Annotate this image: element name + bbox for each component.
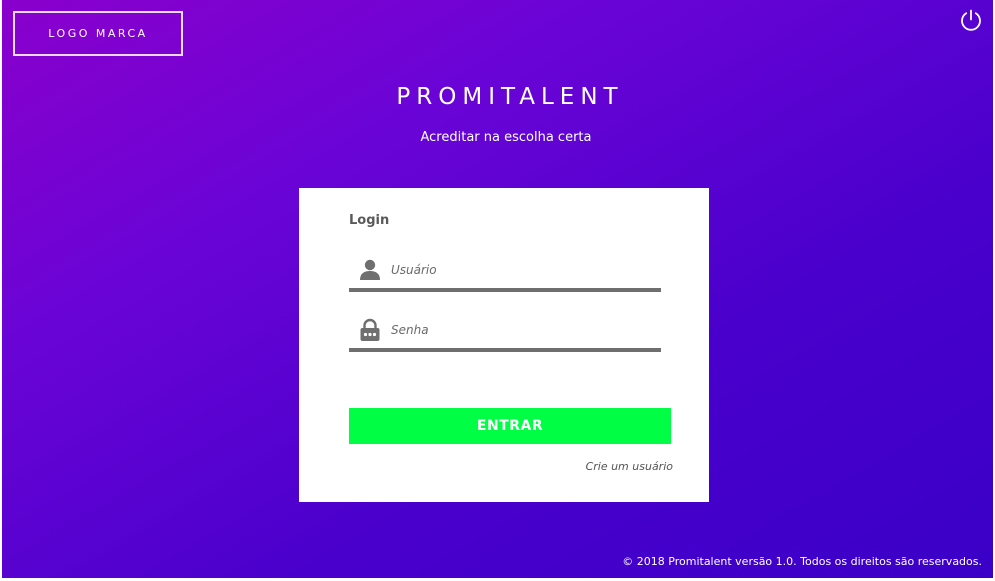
power-button[interactable]: [959, 8, 983, 32]
footer-copyright: © 2018 Promitalent versão 1.0. Todos os …: [622, 555, 982, 568]
logo-placeholder: LOGO MARCA: [13, 11, 183, 56]
password-input[interactable]: [391, 320, 651, 340]
logo-text: LOGO MARCA: [48, 27, 148, 40]
app-background: LOGO MARCA PROMITALENT Acreditar na esco…: [2, 0, 993, 578]
power-icon: [961, 9, 981, 31]
enter-button[interactable]: ENTRAR: [349, 408, 671, 444]
username-input[interactable]: [391, 260, 651, 280]
create-user-link[interactable]: Crie um usuário: [586, 460, 673, 473]
login-title: Login: [349, 213, 390, 228]
password-field: [349, 312, 661, 352]
user-icon: [360, 259, 380, 280]
username-field: [349, 252, 661, 292]
login-card: Login ENTRAR Crie um usuário: [299, 188, 709, 502]
app-title: PROMITALENT: [396, 84, 624, 110]
app-subtitle: Acreditar na escolha certa: [420, 130, 592, 145]
lock-icon: [360, 318, 380, 341]
